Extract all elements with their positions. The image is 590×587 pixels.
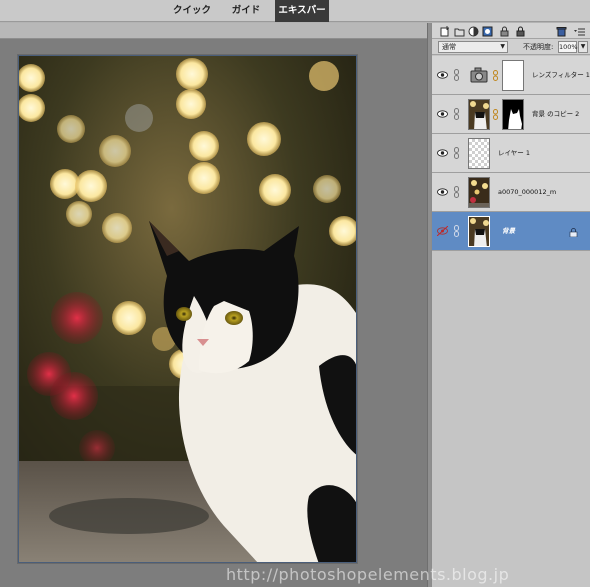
opacity-dropdown-icon[interactable]: ▼ — [578, 41, 588, 53]
layer-name: a0070_000012_m — [498, 188, 557, 196]
layer-options-bar: 通常 ▼ 不透明度: 100% ▼ — [432, 39, 590, 55]
lock-transparent-icon[interactable] — [498, 25, 510, 37]
layer-link-icon[interactable] — [454, 147, 459, 159]
layer-mask-thumbnail[interactable] — [502, 99, 524, 130]
layer-row-layer-1[interactable]: レイヤー 1 — [432, 134, 590, 173]
layer-thumbnail[interactable] — [468, 138, 490, 169]
tab-expert[interactable]: エキスパート — [275, 0, 329, 38]
layer-row-background[interactable]: 背景 — [432, 212, 590, 251]
layer-link-icon[interactable] — [454, 108, 459, 120]
blend-mode-select[interactable]: 通常 ▼ — [438, 41, 508, 53]
layer-name: 背景 のコピー 2 — [532, 110, 580, 118]
layer-name: レンズフィルター 1 — [532, 71, 590, 79]
trash-icon[interactable] — [555, 25, 567, 37]
new-layer-icon[interactable] — [439, 25, 451, 37]
panel-menu-icon[interactable] — [574, 25, 586, 37]
tab-quick[interactable]: クイック — [170, 0, 214, 22]
eye-icon[interactable] — [437, 148, 448, 158]
adjustment-layer-icon[interactable] — [467, 25, 479, 37]
layer-mask-thumbnail[interactable] — [502, 60, 524, 91]
layer-thumbnail[interactable] — [468, 177, 490, 208]
layer-row-a0070-000012-m[interactable]: a0070_000012_m — [432, 173, 590, 212]
layers-panel: 通常 ▼ 不透明度: 100% ▼ レンズフィルター 1 背景 のコピー 2 レ… — [431, 23, 590, 587]
canvas-top-strip — [0, 23, 427, 39]
layers-panel-toolbar — [432, 23, 590, 39]
lock-all-icon[interactable] — [514, 25, 526, 37]
canvas-area[interactable] — [0, 23, 427, 587]
eye-hidden-icon[interactable] — [437, 226, 448, 236]
mode-tab-bar: クイック ガイド エキスパート — [0, 0, 590, 38]
layer-link-icon[interactable] — [454, 186, 459, 198]
eye-icon[interactable] — [437, 109, 448, 119]
cat-photo-image — [19, 56, 356, 562]
blend-mode-value: 通常 — [442, 43, 456, 51]
layer-row-background-copy-2[interactable]: 背景 のコピー 2 — [432, 95, 590, 134]
layer-row-lens-filter[interactable]: レンズフィルター 1 — [432, 56, 590, 95]
layer-name: レイヤー 1 — [498, 149, 531, 157]
opacity-label: 不透明度: — [523, 43, 554, 51]
layer-thumbnail[interactable] — [468, 216, 490, 247]
mask-link-icon[interactable] — [493, 70, 498, 81]
lens-filter-adjustment-icon — [468, 60, 490, 91]
opacity-input[interactable]: 100% — [558, 41, 578, 53]
layer-thumbnail[interactable] — [468, 99, 490, 130]
lock-icon — [569, 228, 578, 237]
watermark-text: http://photoshopelements.blog.jp — [226, 565, 510, 584]
layer-link-icon[interactable] — [454, 225, 459, 237]
eye-icon[interactable] — [437, 187, 448, 197]
eye-icon[interactable] — [437, 70, 448, 80]
tab-guided[interactable]: ガイド — [228, 0, 264, 22]
chevron-down-icon: ▼ — [500, 43, 505, 50]
new-group-icon[interactable] — [453, 25, 465, 37]
mask-link-icon[interactable] — [493, 109, 498, 120]
document-canvas[interactable] — [18, 55, 357, 563]
add-mask-icon[interactable] — [481, 25, 493, 37]
layer-link-icon[interactable] — [454, 69, 459, 81]
layer-name: 背景 — [502, 227, 515, 235]
